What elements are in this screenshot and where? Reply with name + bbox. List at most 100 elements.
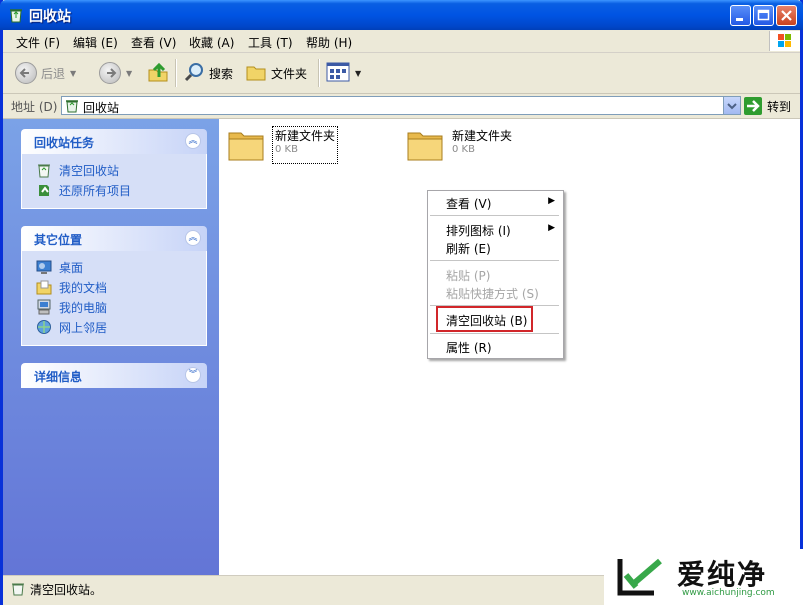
up-button[interactable] bbox=[147, 61, 169, 85]
network-places-icon bbox=[36, 319, 52, 335]
details-panel: 详细信息 ︾ bbox=[21, 363, 207, 388]
ctx-paste-shortcut: 粘贴快捷方式 (S) bbox=[446, 287, 539, 301]
recycle-bin-tasks-panel: 回收站任务 ︽ 清空回收站 还原所有项目 bbox=[21, 129, 207, 209]
search-label: 搜索 bbox=[209, 66, 234, 81]
task-pane: 回收站任务 ︽ 清空回收站 还原所有项目 其它位置 ︽ 桌面 我的文档 我的电脑… bbox=[3, 119, 219, 575]
task-label: 清空回收站 bbox=[59, 163, 120, 178]
folder-size: 0 KB bbox=[452, 144, 475, 155]
toolbar-separator bbox=[175, 59, 177, 87]
restore-icon bbox=[36, 182, 52, 198]
back-label: 后退 bbox=[41, 66, 66, 81]
windows-logo-icon bbox=[769, 31, 800, 51]
address-bar: 地址 (D) 回收站 转到 bbox=[3, 94, 800, 119]
recycle-bin-icon bbox=[36, 162, 52, 178]
folder-name: 新建文件夹 bbox=[452, 129, 513, 143]
back-arrow-icon bbox=[15, 62, 37, 84]
other-places-panel: 其它位置 ︽ 桌面 我的文档 我的电脑 网上邻居 bbox=[21, 226, 207, 346]
menu-favorites[interactable]: 收藏 (A) bbox=[189, 34, 234, 51]
panel-title: 回收站任务 bbox=[34, 136, 95, 150]
place-my-documents[interactable]: 我的文档 bbox=[22, 277, 206, 297]
menu-file[interactable]: 文件 (F) bbox=[16, 34, 60, 51]
close-button[interactable] bbox=[776, 5, 797, 26]
folder-up-icon bbox=[147, 61, 169, 86]
chevron-down-icon[interactable]: ▼ bbox=[355, 69, 361, 78]
submenu-arrow-icon: ▶ bbox=[548, 223, 555, 233]
ctx-properties[interactable]: 属性 (R) bbox=[446, 339, 492, 356]
folder-icon bbox=[227, 127, 265, 163]
forward-arrow-icon bbox=[99, 62, 121, 84]
place-network[interactable]: 网上邻居 bbox=[22, 317, 206, 337]
panel-header[interactable]: 回收站任务 ︽ bbox=[21, 129, 207, 154]
place-label: 我的电脑 bbox=[59, 300, 108, 315]
task-empty-recycle-bin[interactable]: 清空回收站 bbox=[22, 160, 206, 180]
views-button[interactable]: ▼ bbox=[326, 61, 361, 85]
context-menu: 查看 (V) ▶ 排列图标 (I) ▶ 刷新 (E) 粘贴 (P) 粘贴快捷方式… bbox=[427, 190, 564, 359]
place-label: 桌面 bbox=[59, 260, 84, 275]
task-label: 还原所有项目 bbox=[59, 183, 132, 198]
toolbar: 后退 ▼ ▼ 搜索 文件夹 ▼ bbox=[3, 53, 800, 94]
search-button[interactable]: 搜索 bbox=[183, 61, 233, 85]
task-restore-all[interactable]: 还原所有项目 bbox=[22, 180, 206, 200]
panel-title: 详细信息 bbox=[34, 370, 83, 384]
menu-bar: 文件 (F) 编辑 (E) 查看 (V) 收藏 (A) 工具 (T) 帮助 (H… bbox=[3, 30, 800, 53]
folders-label: 文件夹 bbox=[271, 66, 308, 81]
menu-tools[interactable]: 工具 (T) bbox=[248, 34, 293, 51]
folder-name: 新建文件夹 bbox=[275, 129, 336, 143]
place-my-computer[interactable]: 我的电脑 bbox=[22, 297, 206, 317]
go-arrow-icon bbox=[744, 97, 762, 115]
menu-help[interactable]: 帮助 (H) bbox=[306, 34, 352, 51]
watermark: 爱纯净 www.aichunjing.com bbox=[604, 549, 803, 605]
brand-name: 爱纯净 bbox=[677, 558, 768, 591]
chevron-down-icon[interactable]: ▼ bbox=[70, 69, 76, 78]
menu-view[interactable]: 查看 (V) bbox=[131, 34, 176, 51]
window-title: 回收站 bbox=[29, 9, 71, 25]
ctx-paste: 粘贴 (P) bbox=[446, 269, 491, 283]
address-label: 地址 (D) bbox=[11, 100, 58, 114]
go-button[interactable]: 转到 bbox=[744, 96, 791, 116]
chevron-down-icon[interactable]: ▼ bbox=[126, 69, 132, 78]
panel-header[interactable]: 详细信息 ︾ bbox=[21, 363, 207, 388]
place-desktop[interactable]: 桌面 bbox=[22, 257, 206, 277]
place-label: 网上邻居 bbox=[59, 320, 108, 335]
views-icon bbox=[326, 61, 350, 86]
menu-edit[interactable]: 编辑 (E) bbox=[73, 34, 118, 51]
ctx-view[interactable]: 查看 (V) bbox=[446, 195, 491, 212]
menu-separator bbox=[430, 333, 559, 334]
address-field[interactable]: 回收站 bbox=[61, 96, 741, 115]
title-bar[interactable]: 回收站 bbox=[0, 0, 803, 30]
ctx-empty-recycle-bin[interactable]: 清空回收站 (B) bbox=[446, 312, 527, 329]
toolbar-separator bbox=[318, 59, 320, 87]
collapse-icon[interactable]: ︽ bbox=[185, 133, 201, 149]
status-text: 清空回收站。 bbox=[30, 583, 103, 597]
folder-size: 0 KB bbox=[275, 144, 298, 155]
folder-item[interactable]: 新建文件夹 0 KB bbox=[406, 127, 512, 163]
ctx-arrange-icons[interactable]: 排列图标 (I) bbox=[446, 222, 511, 239]
recycle-bin-icon bbox=[11, 581, 25, 596]
place-label: 我的文档 bbox=[59, 280, 108, 295]
search-icon bbox=[183, 61, 205, 86]
panel-header[interactable]: 其它位置 ︽ bbox=[21, 226, 207, 251]
my-computer-icon bbox=[36, 299, 52, 315]
collapse-icon[interactable]: ︽ bbox=[185, 230, 201, 246]
back-button[interactable]: 后退 ▼ bbox=[15, 61, 76, 85]
brand-logo-icon bbox=[614, 555, 668, 599]
address-value: 回收站 bbox=[83, 101, 120, 115]
expand-icon[interactable]: ︾ bbox=[185, 367, 201, 383]
folder-icon bbox=[406, 127, 444, 163]
address-dropdown-button[interactable] bbox=[723, 97, 740, 114]
folder-icon bbox=[245, 61, 267, 86]
recycle-bin-icon bbox=[8, 7, 24, 23]
forward-button[interactable]: ▼ bbox=[99, 61, 132, 85]
menu-separator bbox=[430, 260, 559, 261]
folders-button[interactable]: 文件夹 bbox=[245, 61, 307, 85]
my-documents-icon bbox=[36, 279, 52, 295]
minimize-button[interactable] bbox=[730, 5, 751, 26]
brand-url: www.aichunjing.com bbox=[682, 588, 775, 598]
menu-separator bbox=[430, 215, 559, 216]
folder-item[interactable]: 新建文件夹 0 KB bbox=[227, 126, 339, 164]
ctx-refresh[interactable]: 刷新 (E) bbox=[446, 240, 491, 257]
recycle-bin-icon bbox=[65, 98, 79, 113]
submenu-arrow-icon: ▶ bbox=[548, 196, 555, 206]
maximize-button[interactable] bbox=[753, 5, 774, 26]
go-label: 转到 bbox=[767, 99, 792, 114]
